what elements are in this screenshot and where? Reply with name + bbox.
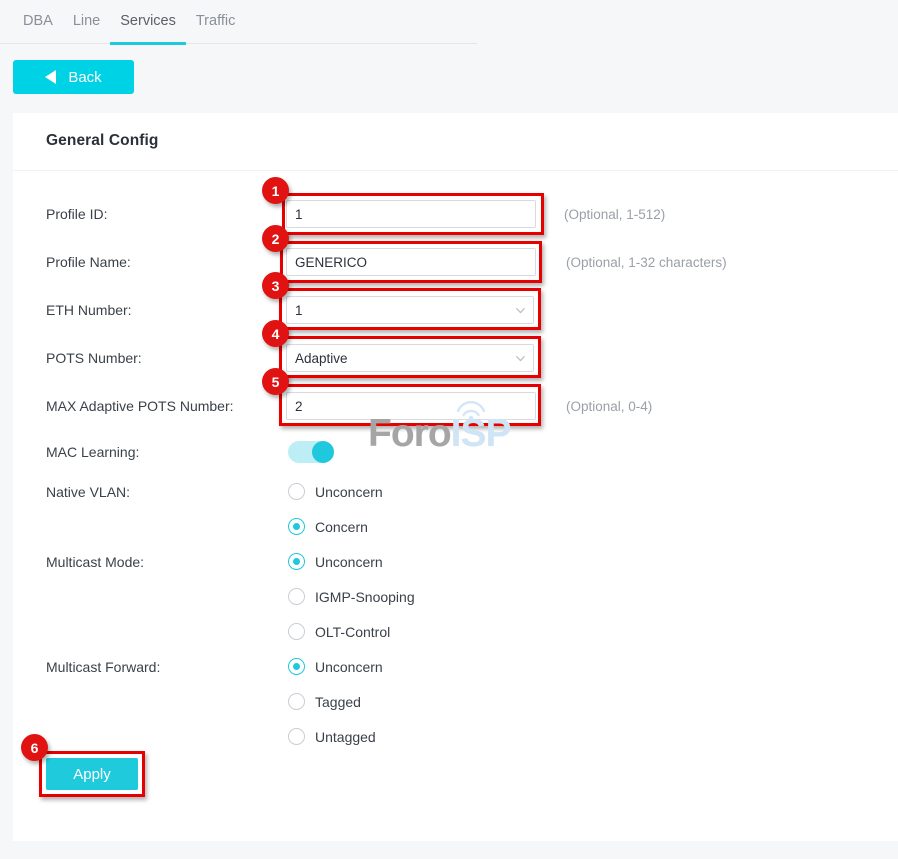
eth-number-select[interactable]: 1 — [286, 296, 534, 324]
radio-label: Unconcern — [315, 484, 383, 500]
radio-icon-selected — [288, 658, 305, 675]
annotation-badge-1: 1 — [262, 177, 289, 204]
row-eth-number: ETH Number: 1 3 — [13, 286, 898, 334]
label-mac-learning: MAC Learning: — [46, 444, 139, 460]
radio-icon — [288, 588, 305, 605]
radio-icon-selected — [288, 553, 305, 570]
row-profile-name: Profile Name: 2 (Optional, 1-32 characte… — [13, 238, 898, 286]
max-adaptive-pots-input[interactable] — [286, 392, 536, 420]
annotation-badge-5: 5 — [262, 368, 289, 395]
profile-name-input[interactable] — [286, 248, 536, 276]
radio-multicast-mode-olt-control[interactable]: OLT-Control — [288, 623, 390, 640]
row-multicast-mode-igmp: IGMP-Snooping — [13, 579, 898, 614]
toggle-knob — [312, 441, 334, 463]
pots-number-value: Adaptive — [295, 351, 348, 366]
radio-native-vlan-concern[interactable]: Concern — [288, 518, 368, 535]
label-max-adaptive-pots: MAX Adaptive POTS Number: — [46, 398, 234, 414]
annotation-badge-6: 6 — [21, 734, 48, 761]
row-mac-learning: MAC Learning: — [13, 430, 898, 474]
radio-multicast-forward-unconcern[interactable]: Unconcern — [288, 658, 383, 675]
mac-learning-toggle[interactable] — [288, 441, 334, 463]
apply-control: Apply 6 — [46, 758, 138, 790]
pots-number-select[interactable]: Adaptive — [286, 344, 534, 372]
label-pots-number: POTS Number: — [46, 350, 142, 366]
annotation-badge-4: 4 — [262, 320, 289, 347]
label-native-vlan: Native VLAN: — [46, 484, 130, 500]
tab-line[interactable]: Line — [63, 0, 110, 45]
label-eth-number: ETH Number: — [46, 302, 132, 318]
row-multicast-mode-olt: OLT-Control — [13, 614, 898, 649]
eth-number-value: 1 — [295, 303, 303, 318]
radio-multicast-forward-tagged[interactable]: Tagged — [288, 693, 361, 710]
annotation-badge-3: 3 — [262, 272, 289, 299]
annotation-badge-2: 2 — [262, 225, 289, 252]
hint-max-adaptive-pots: (Optional, 0-4) — [566, 399, 652, 414]
apply-button[interactable]: Apply — [46, 758, 138, 790]
general-config-card: General Config Profile ID: 1 (Optional, … — [13, 113, 898, 841]
radio-multicast-forward-untagged[interactable]: Untagged — [288, 728, 376, 745]
row-native-vlan-concern: Concern — [13, 509, 898, 544]
page-title: General Config — [13, 113, 898, 150]
back-button-label: Back — [68, 69, 101, 86]
radio-label: Concern — [315, 519, 368, 535]
back-button[interactable]: Back — [13, 60, 134, 94]
tab-services[interactable]: Services — [110, 0, 186, 45]
row-multicast-mode: Multicast Mode: Unconcern — [13, 544, 898, 579]
row-multicast-forward-untagged: Untagged — [13, 719, 898, 754]
radio-icon — [288, 693, 305, 710]
tab-dba[interactable]: DBA — [13, 0, 63, 45]
row-multicast-forward-tagged: Tagged — [13, 684, 898, 719]
label-profile-id: Profile ID: — [46, 206, 107, 222]
radio-label: OLT-Control — [315, 624, 390, 640]
radio-label: Unconcern — [315, 554, 383, 570]
label-multicast-mode: Multicast Mode: — [46, 554, 144, 570]
radio-multicast-mode-unconcern[interactable]: Unconcern — [288, 553, 383, 570]
hint-profile-name: (Optional, 1-32 characters) — [566, 255, 727, 270]
radio-icon — [288, 623, 305, 640]
tab-traffic[interactable]: Traffic — [186, 0, 245, 45]
tab-bar: DBA Line Services Traffic — [0, 0, 477, 44]
radio-multicast-mode-igmp-snooping[interactable]: IGMP-Snooping — [288, 588, 415, 605]
row-multicast-forward: Multicast Forward: Unconcern — [13, 649, 898, 684]
eth-number-control: 1 — [286, 296, 534, 324]
general-config-form: Profile ID: 1 (Optional, 1-512) Profile … — [13, 170, 898, 754]
hint-profile-id: (Optional, 1-512) — [564, 207, 665, 222]
radio-icon — [288, 728, 305, 745]
radio-label: IGMP-Snooping — [315, 589, 415, 605]
profile-name-control — [286, 248, 536, 276]
radio-label: Unconcern — [315, 659, 383, 675]
radio-icon — [288, 483, 305, 500]
mac-learning-control — [288, 441, 334, 463]
max-adaptive-pots-control — [286, 392, 536, 420]
radio-label: Tagged — [315, 694, 361, 710]
profile-id-control — [286, 200, 536, 228]
radio-icon-selected — [288, 518, 305, 535]
triangle-left-icon — [45, 70, 56, 84]
row-native-vlan: Native VLAN: Unconcern — [13, 474, 898, 509]
label-multicast-forward: Multicast Forward: — [46, 659, 160, 675]
row-profile-id: Profile ID: 1 (Optional, 1-512) — [13, 190, 898, 238]
pots-number-control: Adaptive — [286, 344, 534, 372]
radio-label: Untagged — [315, 729, 376, 745]
profile-id-input[interactable] — [286, 200, 536, 228]
row-pots-number: POTS Number: Adaptive 4 — [13, 334, 898, 382]
label-profile-name: Profile Name: — [46, 254, 131, 270]
radio-native-vlan-unconcern[interactable]: Unconcern — [288, 483, 383, 500]
row-max-adaptive-pots: MAX Adaptive POTS Number: 5 (Optional, 0… — [13, 382, 898, 430]
